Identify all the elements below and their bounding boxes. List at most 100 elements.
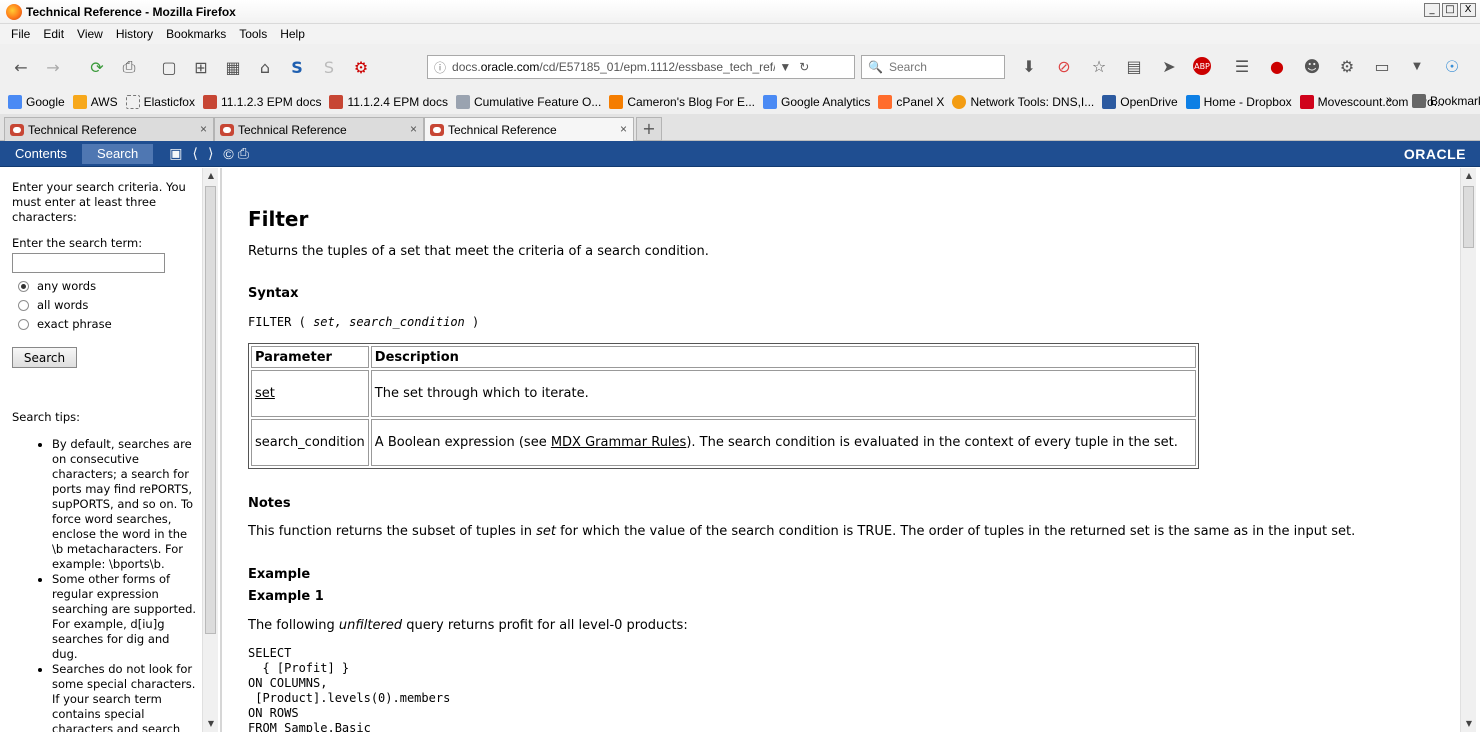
tab-technical-reference-active[interactable]: Technical Reference × xyxy=(424,117,634,142)
menu-bookmarks[interactable]: Bookmarks xyxy=(166,27,226,41)
radio-all-words[interactable]: all words xyxy=(18,298,198,313)
bookmark-aws[interactable]: AWS xyxy=(72,95,118,109)
new-window-icon[interactable]: ⊞ xyxy=(190,56,212,78)
print-icon[interactable]: ⎙ xyxy=(118,56,140,78)
menu-tools[interactable]: Tools xyxy=(239,27,267,41)
tab-strip: Technical Reference × Technical Referenc… xyxy=(0,114,1480,142)
search-tab[interactable]: Search xyxy=(82,143,154,164)
bookmark-label: Elasticfox xyxy=(143,95,195,109)
scroll-down-icon[interactable]: ▼ xyxy=(1461,716,1477,732)
overflow-chevron-icon[interactable]: ▼ xyxy=(1406,55,1428,77)
scroll-thumb[interactable] xyxy=(205,186,216,634)
downloads-icon[interactable]: ⬇ xyxy=(1018,55,1040,77)
description-cell: The set through which to iterate. xyxy=(370,370,1196,417)
clipboard-icon[interactable]: ▭ xyxy=(1371,55,1393,77)
menu-view[interactable]: View xyxy=(77,27,103,41)
menu-help[interactable]: Help xyxy=(280,27,305,41)
scroll-up-icon[interactable]: ▲ xyxy=(1461,168,1477,184)
search-term-input[interactable] xyxy=(12,253,165,273)
contents-tab[interactable]: Contents xyxy=(0,144,82,164)
search-term-label: Enter the search term: xyxy=(12,236,143,250)
reading-list-icon[interactable]: ▤ xyxy=(1123,55,1145,77)
minimize-button[interactable]: _ xyxy=(1424,3,1440,17)
gears-icon[interactable]: ⚙ xyxy=(1336,55,1358,77)
window-controls: _ □ X xyxy=(1424,3,1476,17)
site-info-icon[interactable]: ⓘ xyxy=(434,59,446,76)
radio-exact-phrase[interactable]: exact phrase xyxy=(18,317,198,332)
next-page-icon[interactable]: ⟩ xyxy=(208,145,213,162)
skype-icon[interactable]: S xyxy=(286,56,308,78)
menu-history[interactable]: History xyxy=(116,27,153,41)
bookmark-star-icon[interactable]: ☆ xyxy=(1088,55,1110,77)
scroll-thumb[interactable] xyxy=(1463,186,1474,248)
radio-button[interactable] xyxy=(18,281,29,292)
radio-button[interactable] xyxy=(18,300,29,311)
grid-icon[interactable]: ▦ xyxy=(222,56,244,78)
doc-navigation-bar: Contents Search ▣ ⟨ ⟩ © ⎙ ORACLE xyxy=(0,141,1480,167)
url-host: oracle.com xyxy=(480,60,540,74)
menu-file[interactable]: File xyxy=(11,27,30,41)
tab-technical-reference-2[interactable]: Technical Reference × xyxy=(214,117,424,141)
noscript-icon[interactable]: ⊘ xyxy=(1053,55,1075,77)
reload-addon-icon[interactable]: ⟳ xyxy=(86,56,108,78)
hamburger-icon[interactable]: ☰ xyxy=(1231,55,1253,77)
close-tab-icon[interactable]: × xyxy=(410,122,417,136)
bookmark-label: cPanel X xyxy=(896,95,945,109)
url-bar[interactable]: ⓘ docs. oracle.com/cd/E57185_01/epm.1112/… xyxy=(427,55,855,79)
bookmark-elasticfox[interactable]: Elasticfox xyxy=(125,95,195,109)
notification-icon[interactable]: ☉ xyxy=(1441,55,1463,77)
close-tab-icon[interactable]: × xyxy=(620,122,627,136)
url-path: /cd/E57185_01/epm.1112/essbase_tech_ref/… xyxy=(539,60,775,74)
bookmark-google-analytics[interactable]: Google Analytics xyxy=(763,95,870,109)
scroll-up-icon[interactable]: ▲ xyxy=(203,168,219,184)
url-dropdown-icon[interactable]: ▼ xyxy=(779,60,791,74)
tab-technical-reference-1[interactable]: Technical Reference × xyxy=(4,117,214,141)
bookmark-dropbox[interactable]: Home - Dropbox xyxy=(1185,95,1292,109)
scroll-down-icon[interactable]: ▼ xyxy=(203,716,219,732)
bookmarks-menu-button[interactable]: Bookmarks xyxy=(1412,94,1480,108)
bookmark-google[interactable]: Google xyxy=(8,95,65,109)
bookmark-network-tools[interactable]: Network Tools: DNS,I... xyxy=(952,95,1094,109)
radio-any-words[interactable]: any words xyxy=(18,279,198,294)
reload-icon[interactable]: ↻ xyxy=(799,60,809,74)
bookmark-cumulative-feature[interactable]: Cumulative Feature O... xyxy=(455,95,601,109)
menu-edit[interactable]: Edit xyxy=(43,27,64,41)
oracle-favicon-icon xyxy=(10,123,24,136)
notes-text-part: This function returns the subset of tupl… xyxy=(248,524,537,539)
bookmark-opendrive[interactable]: OpenDrive xyxy=(1102,95,1178,109)
mdx-grammar-rules-link[interactable]: MDX Grammar Rules xyxy=(551,435,687,450)
content-scrollbar[interactable]: ▲ ▼ xyxy=(1460,168,1476,732)
forward-icon[interactable]: → xyxy=(42,56,64,78)
search-button[interactable]: Search xyxy=(12,347,77,368)
new-tab-button[interactable]: + xyxy=(636,117,662,141)
close-window-button[interactable]: X xyxy=(1460,3,1476,17)
adblock-icon[interactable]: ABP xyxy=(1193,57,1211,75)
example-1-text: The following unfiltered query returns p… xyxy=(248,618,688,633)
addon-red-icon[interactable]: ● xyxy=(1266,55,1288,77)
bookmark-label: Cameron's Blog For E... xyxy=(627,95,756,109)
param-link-set[interactable]: set xyxy=(255,386,275,401)
previous-page-icon[interactable]: ⟨ xyxy=(192,145,197,162)
back-icon[interactable]: ← xyxy=(10,56,32,78)
maximize-button[interactable]: □ xyxy=(1442,3,1458,17)
window-icon[interactable]: ▢ xyxy=(158,56,180,78)
print-icon[interactable]: ⎙ xyxy=(238,145,249,162)
hide-nav-icon[interactable]: ▣ xyxy=(169,145,182,162)
bookmark-cpanel[interactable]: cPanel X xyxy=(878,95,944,109)
close-tab-icon[interactable]: × xyxy=(200,122,207,136)
copyright-icon[interactable]: © xyxy=(223,146,233,162)
bookmarks-overflow-chevron[interactable]: » xyxy=(1386,94,1392,106)
notes-heading: Notes xyxy=(248,496,291,511)
home-icon[interactable]: ⌂ xyxy=(254,56,276,78)
chat-icon[interactable]: ☻ xyxy=(1301,55,1323,77)
sync-icon[interactable]: S xyxy=(318,56,340,78)
radio-button[interactable] xyxy=(18,319,29,330)
bookmark-epm-1124[interactable]: 11.1.2.4 EPM docs xyxy=(329,95,448,109)
bookmark-epm-1123[interactable]: 11.1.2.3 EPM docs xyxy=(202,95,321,109)
search-bar[interactable]: 🔍 Search xyxy=(861,55,1005,79)
stop-script-icon[interactable]: ⚙ xyxy=(350,56,372,78)
search-pane-scrollbar[interactable]: ▲ ▼ xyxy=(202,168,218,732)
bookmark-camerons-blog[interactable]: Cameron's Blog For E... xyxy=(609,95,755,109)
send-icon[interactable]: ➤ xyxy=(1158,55,1180,77)
bookmark-label: Google Analytics xyxy=(781,95,871,109)
